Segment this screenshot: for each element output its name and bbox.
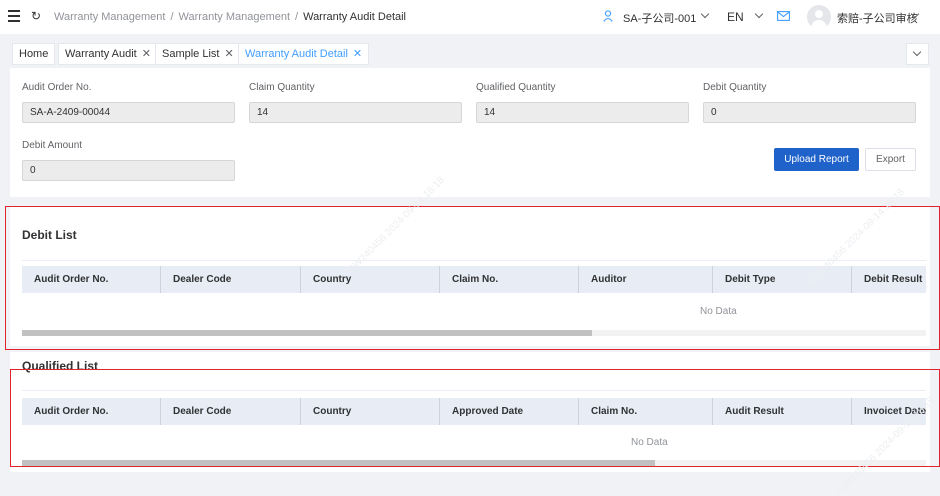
tab-label: Sample List bbox=[162, 48, 220, 60]
breadcrumb-item[interactable]: Warranty Management bbox=[179, 11, 290, 23]
chevron-down-icon[interactable] bbox=[700, 9, 710, 19]
language-selector[interactable]: EN bbox=[727, 10, 744, 24]
tab-warranty-audit-detail[interactable]: Warranty Audit Detail ✕ bbox=[238, 43, 370, 65]
avatar-icon[interactable] bbox=[807, 5, 831, 29]
upload-report-button[interactable]: Upload Report bbox=[774, 148, 859, 171]
breadcrumb-item[interactable]: Warranty Management bbox=[54, 11, 165, 23]
breadcrumb-current: Warranty Audit Detail bbox=[303, 11, 407, 23]
company-selector[interactable]: SA-子公司-001 bbox=[623, 10, 696, 26]
tab-label: Warranty Audit Detail bbox=[245, 48, 348, 60]
tabs-dropdown-button[interactable] bbox=[906, 43, 929, 65]
field-label: Debit Amount bbox=[22, 140, 83, 151]
close-icon[interactable]: ✕ bbox=[353, 48, 362, 60]
username[interactable]: 索赔-子公司审核 bbox=[837, 10, 918, 26]
breadcrumb: Warranty Management / Warranty Management /… bbox=[54, 11, 406, 23]
debit-quantity-field[interactable]: 0 bbox=[703, 102, 916, 123]
tab-sample-list[interactable]: Sample List ✕ bbox=[155, 43, 241, 65]
claim-quantity-field[interactable]: 14 bbox=[249, 102, 462, 123]
qualified-list-highlight bbox=[10, 369, 940, 467]
mail-icon[interactable] bbox=[777, 11, 790, 21]
close-icon[interactable]: ✕ bbox=[142, 48, 151, 60]
top-bar: ↻ Warranty Management / Warranty Managemen… bbox=[0, 0, 940, 34]
refresh-icon[interactable]: ↻ bbox=[31, 9, 41, 23]
chevron-down-icon bbox=[912, 47, 922, 57]
breadcrumb-separator: / bbox=[170, 11, 174, 23]
debit-amount-field[interactable]: 0 bbox=[22, 160, 235, 181]
export-button[interactable]: Export bbox=[865, 148, 916, 171]
tab-home[interactable]: Home bbox=[12, 43, 56, 65]
close-icon[interactable]: ✕ bbox=[224, 48, 233, 60]
user-icon bbox=[603, 10, 613, 22]
audit-order-no-field[interactable]: SA-A-2409-00044 bbox=[22, 102, 235, 123]
field-label: Qualified Quantity bbox=[476, 82, 556, 93]
qualified-quantity-field[interactable]: 14 bbox=[476, 102, 689, 123]
field-label: Debit Quantity bbox=[703, 82, 767, 93]
field-label: Claim Quantity bbox=[249, 82, 315, 93]
field-label: Audit Order No. bbox=[22, 82, 92, 93]
chevron-down-icon[interactable] bbox=[754, 9, 764, 19]
tab-warranty-audit[interactable]: Warranty Audit ✕ bbox=[58, 43, 158, 65]
tab-label: Warranty Audit bbox=[65, 48, 137, 60]
tabs-bar: Home Warranty Audit ✕ Sample List ✕ Warran… bbox=[0, 40, 940, 68]
menu-icon[interactable] bbox=[8, 10, 20, 22]
breadcrumb-separator: / bbox=[295, 11, 299, 23]
debit-list-highlight bbox=[5, 206, 940, 350]
tab-label: Home bbox=[19, 48, 49, 60]
